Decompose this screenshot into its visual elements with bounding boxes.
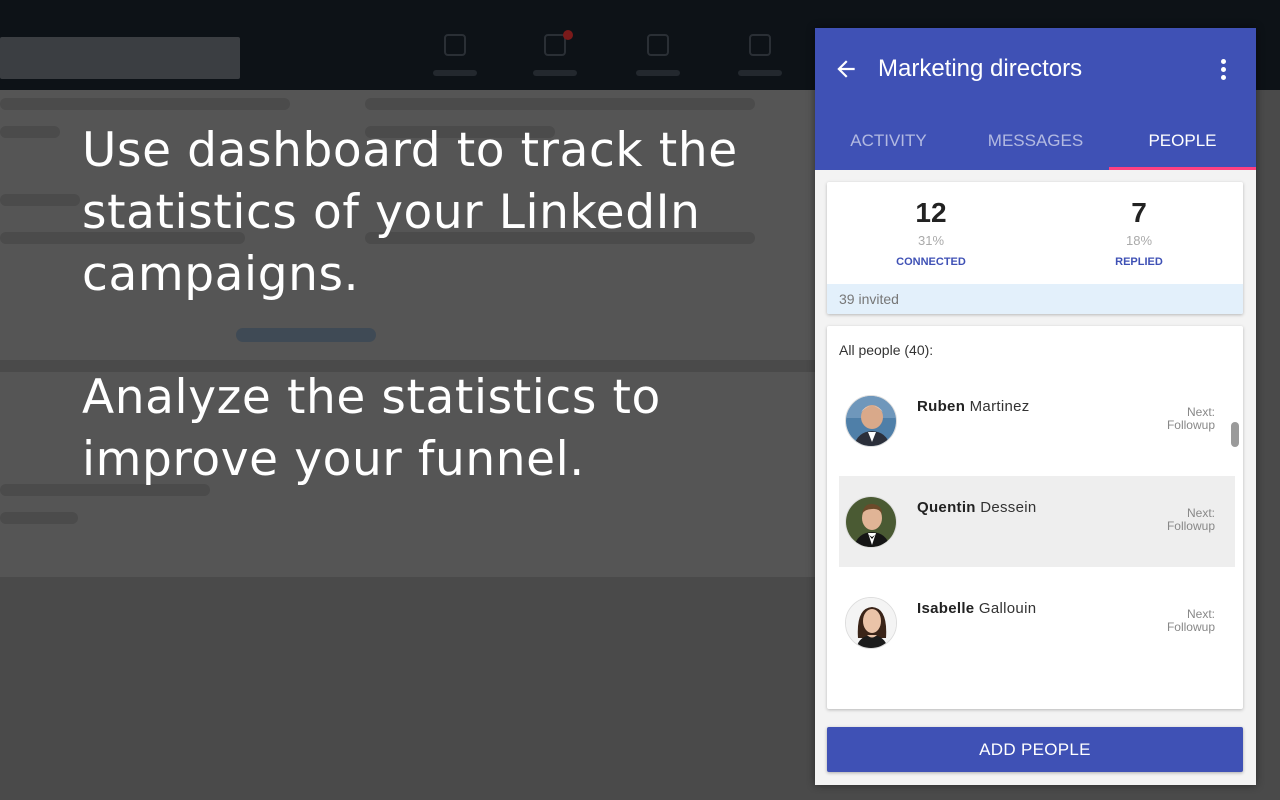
promo-headline: Use dashboard to track the statistics of…	[82, 123, 738, 302]
app-bar: Marketing directors ACTIVITY MESSAGES PE…	[815, 28, 1256, 170]
stat-replied-label: REPLIED	[1115, 256, 1163, 268]
stat-connected: 12 31% CONNECTED	[827, 196, 1035, 270]
stat-connected-label: CONNECTED	[896, 256, 966, 268]
person-first-name: Ruben	[917, 398, 966, 415]
background-nav-icon	[628, 34, 688, 76]
stats-card: 12 31% CONNECTED 7 18% REPLIED 39 invite…	[827, 182, 1243, 314]
background-nav-icon	[730, 34, 790, 76]
next-step-value: Followup	[1166, 620, 1215, 634]
invited-count: 39 invited	[827, 284, 1243, 314]
person-first-name: Quentin	[917, 499, 976, 516]
avatar	[845, 395, 897, 447]
people-list-header: All people (40):	[839, 342, 934, 358]
next-step-value: Followup	[1166, 418, 1215, 432]
stat-connected-percent: 31%	[917, 233, 945, 248]
next-step: Next: Followup	[1167, 507, 1215, 533]
next-step: Next: Followup	[1167, 406, 1215, 432]
avatar	[845, 597, 897, 649]
people-list: All people (40): Ruben Martinez Next: Fol…	[827, 326, 1243, 709]
person-last-name: Martinez	[969, 398, 1030, 415]
person-row[interactable]: Quentin Dessein Next: Followup	[839, 476, 1235, 567]
background-notification-badge	[563, 30, 573, 40]
stat-replied-count: 7	[1131, 197, 1147, 228]
stat-replied-percent: 18%	[1125, 233, 1153, 248]
promo-subheadline: Analyze the statistics to improve your f…	[82, 370, 661, 487]
person-row[interactable]: Ruben Martinez Next: Followup	[839, 375, 1235, 466]
tab-activity[interactable]: ACTIVITY	[815, 114, 962, 170]
person-last-name: Gallouin	[978, 600, 1037, 617]
arrow-left-icon[interactable]	[833, 56, 859, 82]
person-row[interactable]: Isabelle Gallouin Next: Followup	[839, 577, 1235, 668]
more-vertical-icon[interactable]	[1208, 54, 1238, 84]
person-name: Ruben Martinez	[917, 398, 1030, 415]
person-last-name: Dessein	[980, 499, 1037, 516]
stat-connected-count: 12	[915, 197, 947, 228]
person-name: Quentin Dessein	[917, 499, 1037, 516]
tab-messages[interactable]: MESSAGES	[962, 114, 1109, 170]
stat-replied: 7 18% REPLIED	[1035, 196, 1243, 270]
campaign-panel: Marketing directors ACTIVITY MESSAGES PE…	[815, 28, 1256, 785]
next-step-value: Followup	[1166, 519, 1215, 533]
campaign-title: Marketing directors	[878, 55, 1083, 82]
person-name: Isabelle Gallouin	[917, 600, 1036, 617]
tab-people[interactable]: PEOPLE	[1109, 114, 1256, 170]
background-nav-icon	[525, 30, 585, 76]
next-step: Next: Followup	[1167, 608, 1215, 634]
background-nav-icon	[425, 34, 485, 76]
background-show-more	[236, 328, 376, 342]
person-first-name: Isabelle	[917, 600, 975, 617]
avatar	[845, 496, 897, 548]
background-search-bar	[0, 37, 240, 79]
add-people-button[interactable]: ADD PEOPLE	[827, 727, 1243, 772]
tab-bar: ACTIVITY MESSAGES PEOPLE	[815, 114, 1256, 170]
